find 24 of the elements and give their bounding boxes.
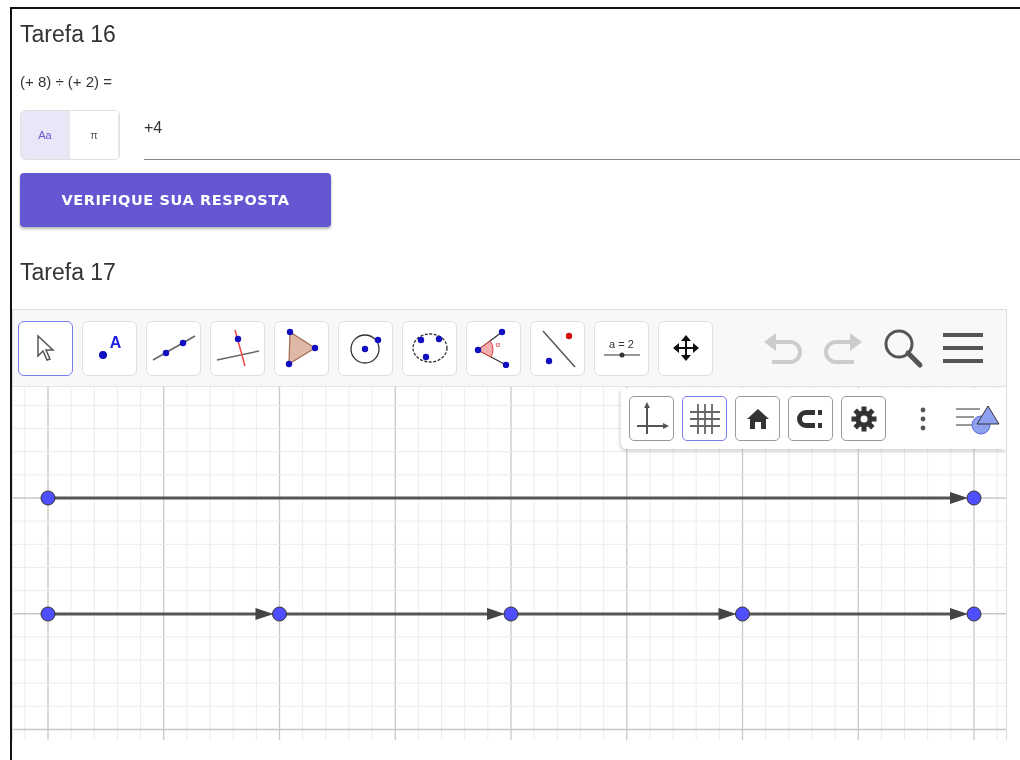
line-icon	[150, 334, 197, 362]
grid-icon	[687, 401, 722, 436]
home-icon	[745, 407, 770, 430]
task-title: Tarefa 17	[20, 258, 117, 287]
triangle-icon	[283, 328, 320, 368]
input-mode-button[interactable]: Aa	[21, 111, 70, 159]
axes-icon	[634, 401, 669, 436]
more-icon	[919, 406, 926, 431]
question-text: (+ 8) ÷ (+ 2) =	[20, 73, 113, 90]
style-bar-button[interactable]	[841, 396, 886, 441]
style-bar-button[interactable]	[682, 396, 727, 441]
ellipse-icon	[409, 330, 450, 366]
task-title: Tarefa 16	[20, 20, 117, 49]
tool-button[interactable]: a = 2	[594, 320, 649, 376]
settings-icon	[850, 405, 877, 432]
tool-button[interactable]: α	[466, 320, 521, 376]
style-bar-button[interactable]	[788, 396, 833, 441]
check-answer-button[interactable]: VERIFIQUE SUA RESPOSTA	[20, 173, 331, 227]
search-icon[interactable]	[882, 327, 924, 369]
perpendicular-lines-icon	[214, 328, 261, 368]
tool-button[interactable]: A	[82, 320, 137, 376]
menu-icon[interactable]	[943, 332, 983, 364]
style-bar-button[interactable]	[735, 396, 780, 441]
style-bar-button[interactable]	[629, 396, 674, 441]
